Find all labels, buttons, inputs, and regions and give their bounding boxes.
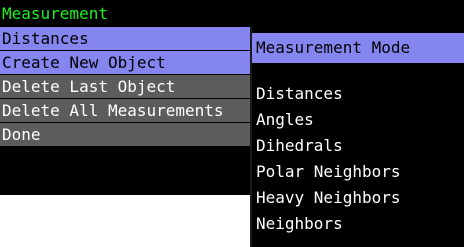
menu-item-create-new-object[interactable]: Create New Object bbox=[0, 51, 252, 74]
submenu-item-neighbors[interactable]: Neighbors bbox=[256, 212, 343, 236]
submenu-item-dihedrals[interactable]: Dihedrals bbox=[256, 134, 343, 158]
submenu-item-distances[interactable]: Distances bbox=[256, 82, 343, 106]
menu-item-distances[interactable]: Distances bbox=[0, 27, 252, 50]
submenu-item-angles[interactable]: Angles bbox=[256, 108, 314, 132]
menu-item-done[interactable]: Done bbox=[0, 123, 252, 146]
measurement-mode-submenu: Measurement Mode Distances Angles Dihedr… bbox=[250, 27, 464, 247]
page: Measurement Distances Create New Object … bbox=[0, 0, 464, 247]
menu-item-delete-last-object[interactable]: Delete Last Object bbox=[0, 75, 252, 98]
submenu-item-heavy-neighbors[interactable]: Heavy Neighbors bbox=[256, 186, 401, 210]
menu-title: Measurement bbox=[2, 4, 108, 23]
submenu-item-polar-neighbors[interactable]: Polar Neighbors bbox=[256, 160, 401, 184]
submenu-title: Measurement Mode bbox=[252, 33, 464, 63]
menu-item-delete-all-measurements[interactable]: Delete All Measurements bbox=[0, 99, 252, 122]
